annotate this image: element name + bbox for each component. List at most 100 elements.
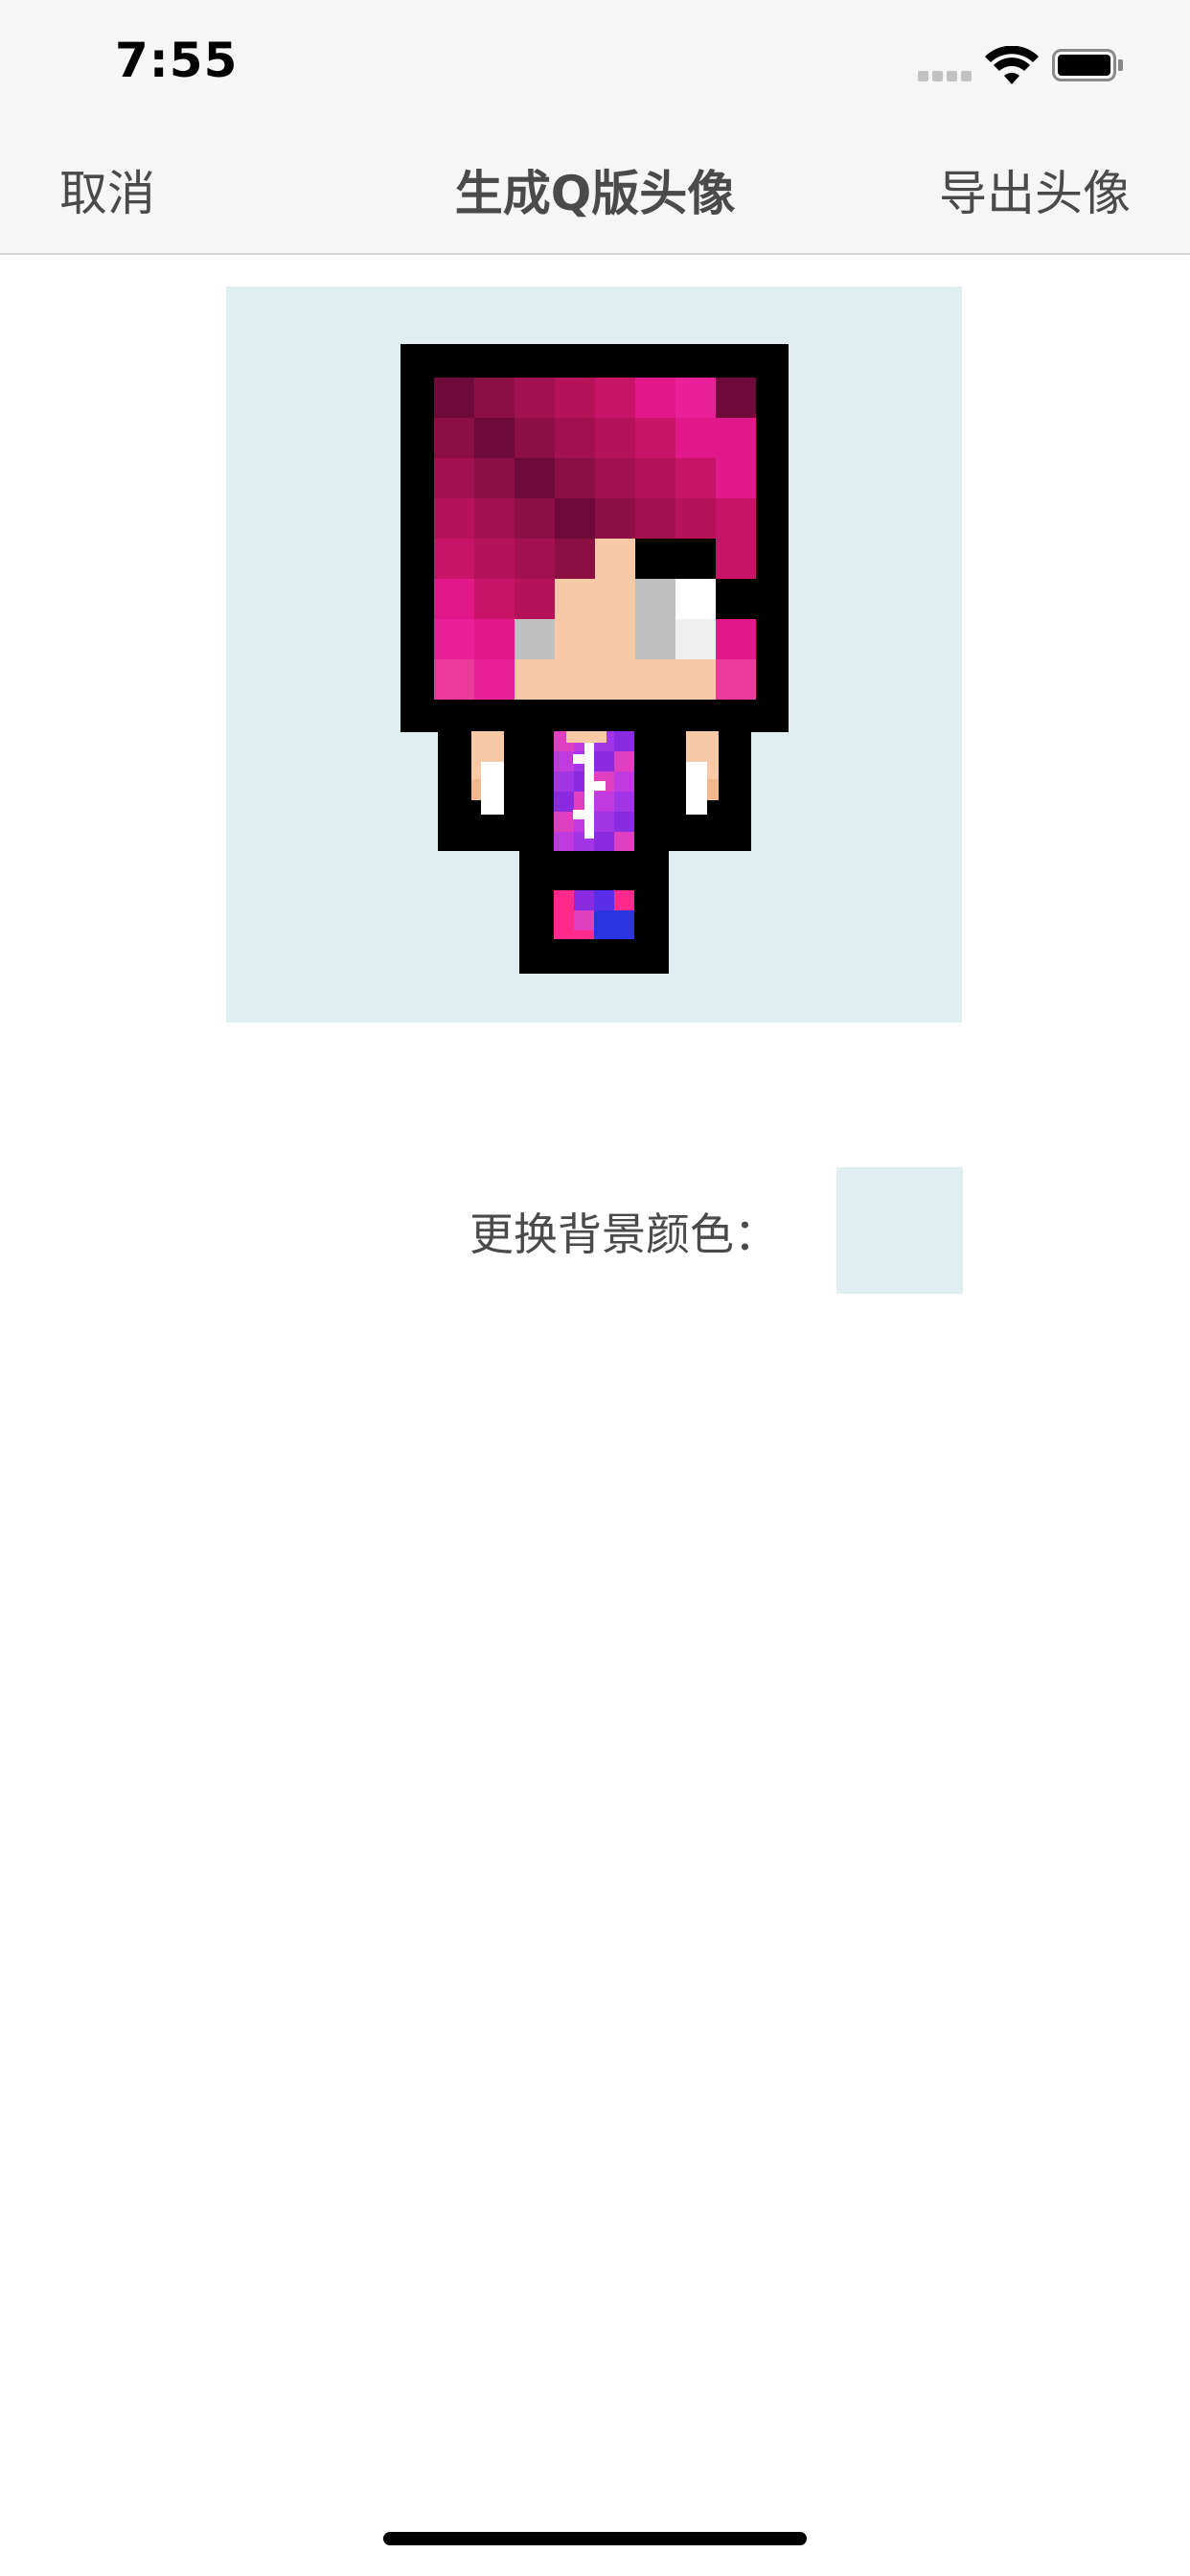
- hair-pixel: [555, 579, 595, 619]
- shirt-pixel: [594, 751, 614, 771]
- hair-pixel: [716, 418, 756, 458]
- shirt-zipper-tab: [573, 754, 584, 764]
- hair-pixel: [675, 458, 716, 498]
- hair-pixel: [595, 539, 635, 579]
- hair-pixel: [716, 539, 756, 579]
- hair-pixel: [595, 378, 635, 418]
- export-avatar-button[interactable]: 导出头像: [939, 155, 1131, 224]
- shirt-pixel: [614, 771, 634, 792]
- background-color-swatch[interactable]: [836, 1167, 963, 1294]
- hair-pixel: [474, 579, 515, 619]
- hair-pixel: [474, 498, 515, 539]
- hair-pixel: [555, 378, 595, 418]
- hair-pixel: [515, 418, 555, 458]
- hair-pixel: [474, 659, 515, 700]
- hair-pixel: [595, 418, 635, 458]
- shirt-pixel: [554, 832, 574, 852]
- background-color-row: 更换背景颜色：: [0, 1167, 1190, 1294]
- hair-pixel: [675, 659, 716, 700]
- pants-pixel: [614, 890, 634, 910]
- shirt-pixel: [614, 731, 634, 751]
- shirt-pixel: [554, 751, 574, 771]
- cheek-gray: [515, 619, 555, 659]
- hair-pixel: [434, 619, 474, 659]
- eye-black: [635, 539, 716, 579]
- navigation-bar: 取消 生成Q版头像 导出头像: [0, 126, 1190, 255]
- eye-gray: [635, 619, 675, 659]
- eye-light: [675, 619, 716, 659]
- hair-pixel: [515, 498, 555, 539]
- hair-pixel: [515, 579, 555, 619]
- hair-pixel: [716, 498, 756, 539]
- hair-pixel: [716, 378, 756, 418]
- hair-pixel: [595, 619, 635, 659]
- shirt-zipper: [584, 743, 594, 839]
- hair-pixel: [716, 458, 756, 498]
- hair-pixel: [434, 458, 474, 498]
- hair-pixel: [515, 378, 555, 418]
- background-color-label: 更换背景颜色：: [469, 1208, 778, 1260]
- hair-pixel: [595, 659, 635, 700]
- hair-pixel: [635, 418, 675, 458]
- avatar-preview: [226, 287, 962, 1023]
- hair-pixel: [474, 458, 515, 498]
- right-arm-cuff: [686, 762, 707, 815]
- hair-pixel: [434, 579, 474, 619]
- shirt-pixel: [554, 792, 574, 812]
- shirt-pixel: [614, 832, 634, 852]
- shirt-pixel: [554, 771, 574, 792]
- cellular-signal-icon: [918, 71, 973, 82]
- hair-pixel: [675, 498, 716, 539]
- pants-pixel: [554, 890, 574, 910]
- eye-white: [675, 579, 716, 619]
- hair-pixel: [555, 539, 595, 579]
- hair-pixel: [555, 498, 595, 539]
- shirt-zipper-tab: [594, 781, 606, 791]
- hair-pixel: [555, 659, 595, 700]
- hair-pixel: [474, 418, 515, 458]
- hair-pixel: [434, 378, 474, 418]
- left-arm-cuff: [481, 762, 504, 815]
- hair-pixel: [434, 659, 474, 700]
- hair-pixel: [595, 498, 635, 539]
- hair-pixel: [515, 539, 555, 579]
- hair-pixel: [716, 659, 756, 700]
- hair-pixel: [515, 659, 555, 700]
- status-bar: 7:55: [0, 0, 1190, 126]
- battery-full-icon: [1052, 49, 1123, 81]
- hair-pixel: [675, 418, 716, 458]
- hair-pixel: [595, 458, 635, 498]
- hair-pixel: [635, 378, 675, 418]
- right-arm-skin-shadow: [707, 779, 719, 800]
- hair-pixel: [635, 498, 675, 539]
- shirt-pixel: [594, 832, 614, 852]
- pants-pixel: [594, 890, 614, 910]
- shirt-pixel: [594, 792, 614, 812]
- hair-pixel: [434, 498, 474, 539]
- wifi-icon: [985, 46, 1039, 84]
- eye-black: [716, 579, 756, 619]
- hair-pixel: [716, 619, 756, 659]
- hair-pixel: [515, 458, 555, 498]
- hair-pixel: [555, 619, 595, 659]
- pants-pixel: [574, 910, 594, 931]
- home-indicator: [383, 2532, 807, 2545]
- shirt-pixel: [614, 751, 634, 771]
- hair-pixel: [635, 458, 675, 498]
- hair-pixel: [555, 458, 595, 498]
- shirt-pixel: [554, 812, 574, 832]
- hair-pixel: [635, 659, 675, 700]
- shirt-pixel: [614, 812, 634, 832]
- hair-pixel: [434, 539, 474, 579]
- pants-pixel: [594, 910, 634, 939]
- shirt-pixel: [614, 792, 634, 812]
- shirt-pixel: [594, 812, 614, 832]
- hair-pixel: [675, 378, 716, 418]
- shirt-skin: [566, 731, 606, 743]
- shirt-zipper-tab: [573, 810, 584, 819]
- eye-gray: [635, 579, 675, 619]
- status-time: 7:55: [115, 33, 239, 88]
- hair-pixel: [595, 579, 635, 619]
- hair-pixel: [474, 619, 515, 659]
- hair-pixel: [474, 539, 515, 579]
